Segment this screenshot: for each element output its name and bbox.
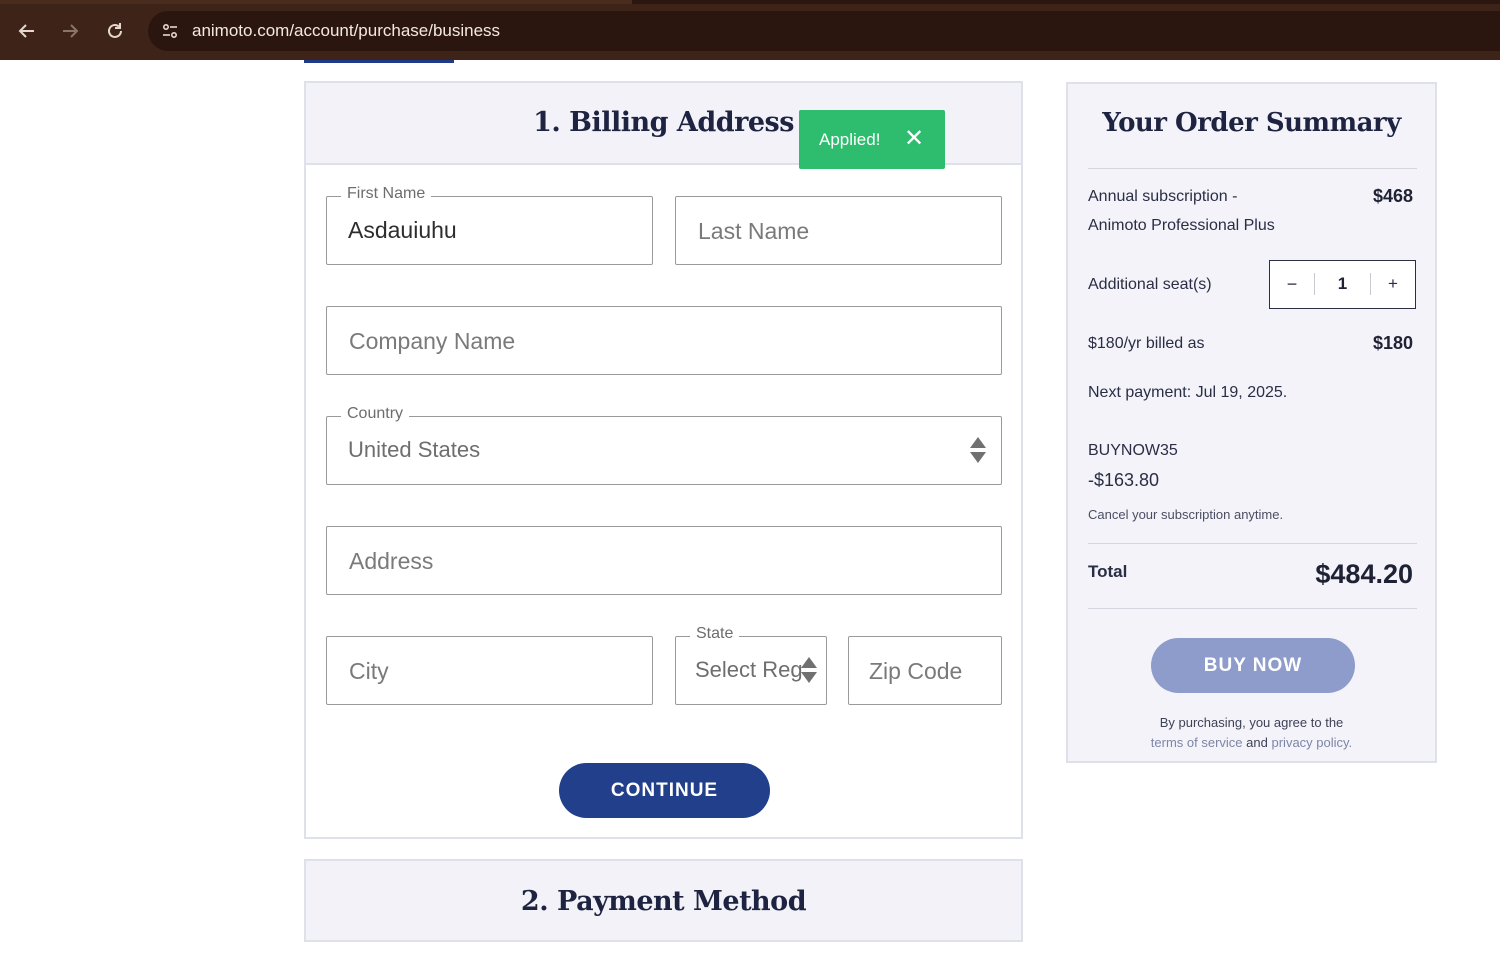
billed-amount: $180	[1372, 333, 1413, 353]
country-value[interactable]: United States	[348, 437, 480, 463]
back-arrow-icon[interactable]	[10, 14, 44, 48]
seats-quantity-input[interactable]: 1	[1315, 261, 1370, 307]
applied-toast: Applied! ✕	[799, 110, 945, 169]
cancel-note: Cancel your subscription anytime.	[1088, 507, 1284, 522]
country-label: Country	[341, 405, 410, 423]
billed-label: $180/yr billed as	[1088, 335, 1205, 352]
next-payment-text: Next payment: Jul 19, 2025.	[1088, 384, 1288, 401]
company-name-field[interactable]: Company Name	[326, 306, 1002, 375]
divider	[1088, 168, 1417, 169]
payment-method-panel[interactable]: 2. Payment Method	[304, 859, 1023, 942]
state-label: State	[690, 625, 740, 643]
promo-code: BUYNOW35	[1088, 442, 1178, 459]
toast-text: Applied!	[819, 130, 881, 149]
seats-label: Additional seat(s)	[1088, 276, 1212, 293]
close-icon[interactable]: ✕	[902, 125, 926, 151]
address-bar[interactable]: animoto.com/account/purchase/business	[148, 11, 1500, 51]
subscription-amount: $468	[1372, 186, 1413, 206]
legal-line1: By purchasing, you agree to the	[1159, 715, 1344, 730]
increment-button[interactable]: +	[1371, 261, 1415, 307]
select-arrows-icon[interactable]	[969, 437, 987, 465]
legal-and: and	[1246, 735, 1268, 750]
first-name-value[interactable]: Asdauiuhu	[348, 217, 457, 244]
site-info-icon[interactable]	[156, 17, 184, 45]
continue-button[interactable]: CONTINUE	[559, 763, 770, 818]
reload-icon[interactable]	[98, 14, 132, 48]
billing-address-panel: 1. Billing Address Applied! ✕ First Name…	[304, 81, 1023, 839]
last-name-placeholder[interactable]: Last Name	[698, 218, 809, 245]
divider	[1088, 543, 1417, 544]
terms-of-service-link[interactable]: terms of service	[1151, 735, 1243, 750]
browser-toolbar: animoto.com/account/purchase/business	[0, 0, 1500, 60]
total-amount: $484.20	[1315, 559, 1413, 589]
active-tab-edge	[0, 0, 632, 4]
privacy-policy-link[interactable]: privacy policy.	[1272, 735, 1353, 750]
last-name-field[interactable]: Last Name	[675, 196, 1002, 265]
city-field[interactable]: City	[326, 636, 653, 705]
seats-stepper: − 1 +	[1269, 260, 1416, 309]
state-value[interactable]: Select Reg	[695, 657, 807, 683]
total-label: Total	[1088, 562, 1128, 581]
city-placeholder[interactable]: City	[349, 658, 389, 685]
country-select[interactable]: Country United States	[326, 405, 1002, 485]
first-name-field[interactable]: First Name Asdauiuhu	[326, 185, 653, 265]
order-summary-panel: Your Order Summary Annual subscription -…	[1066, 82, 1437, 763]
address-field[interactable]: Address	[326, 526, 1002, 595]
url-text[interactable]: animoto.com/account/purchase/business	[192, 21, 500, 41]
tab-strip	[0, 0, 1500, 4]
promo-discount: -$163.80	[1088, 470, 1160, 490]
page-content: 1. Billing Address Applied! ✕ First Name…	[0, 60, 1500, 969]
company-name-placeholder[interactable]: Company Name	[349, 328, 515, 355]
decrement-button[interactable]: −	[1270, 261, 1314, 307]
legal-line2: terms of service and privacy policy.	[1068, 735, 1435, 750]
address-placeholder[interactable]: Address	[349, 548, 433, 575]
subscription-line1: Annual subscription -	[1088, 188, 1238, 205]
summary-title: Your Order Summary	[1102, 108, 1401, 138]
select-arrows-icon[interactable]	[800, 657, 818, 685]
state-select[interactable]: State Select Reg	[675, 625, 827, 705]
zip-code-field[interactable]: Zip Code	[848, 636, 1002, 705]
first-name-label: First Name	[341, 185, 432, 203]
zip-code-placeholder[interactable]: Zip Code	[869, 658, 962, 685]
divider	[1088, 608, 1417, 609]
payment-title[interactable]: 2. Payment Method	[306, 886, 1021, 917]
buy-now-button[interactable]: BUY NOW	[1151, 638, 1355, 693]
step-indicator-underline	[304, 60, 454, 63]
forward-arrow-icon[interactable]	[53, 14, 87, 48]
subscription-line2: Animoto Professional Plus	[1088, 217, 1275, 234]
